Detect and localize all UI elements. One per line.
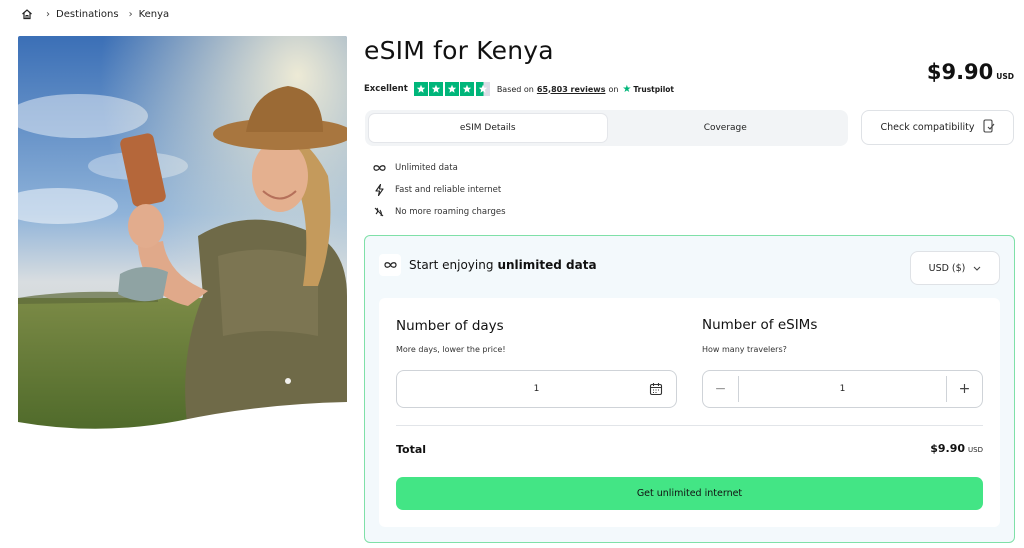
get-unlimited-internet-button[interactable]: Get unlimited internet xyxy=(396,477,983,510)
esims-label: Number of eSIMs xyxy=(702,317,818,333)
infinity-icon xyxy=(372,161,386,175)
breadcrumb: › Destinations › Kenya xyxy=(20,6,169,22)
plan-card: Start enjoying unlimited data USD ($) Nu… xyxy=(364,235,1015,543)
plan-heading-bold: unlimited data xyxy=(497,258,597,272)
plan-heading: Start enjoying unlimited data xyxy=(379,254,597,276)
calendar-icon[interactable] xyxy=(649,382,663,399)
esims-value[interactable]: 1 xyxy=(739,384,946,394)
half-star-icon xyxy=(475,82,490,96)
plan-heading-prefix: Start enjoying xyxy=(409,258,494,272)
no-roaming-icon xyxy=(372,205,386,219)
star-icon xyxy=(413,82,428,96)
divider xyxy=(396,425,983,426)
home-icon[interactable] xyxy=(20,7,34,21)
total-amount: $9.90 xyxy=(930,442,966,455)
trustpilot-star-icon: ★ xyxy=(622,83,632,95)
chevron-right-icon: › xyxy=(128,8,133,20)
page-title: eSIM for Kenya xyxy=(364,36,554,65)
currency-value: USD ($) xyxy=(928,262,966,274)
price-amount: $9.90 xyxy=(926,60,994,84)
rating-based-on: Based on xyxy=(496,84,534,94)
currency-select[interactable]: USD ($) xyxy=(910,251,1000,285)
check-compatibility-button[interactable]: Check compatibility xyxy=(861,110,1014,145)
hero-image xyxy=(18,36,347,432)
price: $9.90 USD xyxy=(927,60,1014,84)
price-currency: USD xyxy=(996,72,1014,81)
decrement-button[interactable]: − xyxy=(703,376,739,402)
increment-button[interactable]: + xyxy=(946,376,982,402)
days-label: Number of days xyxy=(396,318,504,334)
lightning-icon xyxy=(372,183,386,197)
esims-stepper: − 1 + xyxy=(702,370,983,408)
feature-item: No more roaming charges xyxy=(372,201,506,223)
feature-item: Unlimited data xyxy=(372,157,506,179)
check-compatibility-label: Check compatibility xyxy=(880,122,975,133)
feature-label: No more roaming charges xyxy=(395,207,506,217)
total-currency: USD xyxy=(968,446,983,454)
rating-stars xyxy=(413,82,490,96)
rating-on: on xyxy=(608,84,619,94)
feature-list: Unlimited data Fast and reliable interne… xyxy=(372,157,506,223)
feature-item: Fast and reliable internet xyxy=(372,179,506,201)
star-icon xyxy=(460,82,475,96)
reviews-link[interactable]: 65,803 reviews xyxy=(537,85,606,94)
trustpilot-logo[interactable]: ★ Trustpilot xyxy=(622,84,674,95)
chevron-right-icon: › xyxy=(46,8,50,20)
breadcrumb-current: Kenya xyxy=(138,8,170,20)
infinity-icon xyxy=(379,254,401,276)
total-label: Total xyxy=(396,443,427,456)
trustpilot-rating: Excellent Based on 65,803 reviews on ★ T… xyxy=(364,81,674,97)
breadcrumb-destinations[interactable]: Destinations xyxy=(56,9,119,20)
chevron-down-icon xyxy=(973,263,981,274)
phone-check-icon xyxy=(982,119,995,136)
star-icon xyxy=(444,82,459,96)
rating-label: Excellent xyxy=(364,84,408,94)
plan-form: Number of days More days, lower the pric… xyxy=(379,298,1000,527)
star-icon xyxy=(429,82,444,96)
tab-coverage[interactable]: Coverage xyxy=(607,114,845,142)
feature-label: Fast and reliable internet xyxy=(395,185,502,195)
product-tabs: eSIM Details Coverage xyxy=(365,110,848,146)
esims-sub: How many travelers? xyxy=(702,345,787,354)
total-price: $9.90 USD xyxy=(930,442,983,455)
days-input[interactable]: 1 xyxy=(396,370,677,408)
feature-label: Unlimited data xyxy=(395,163,458,173)
tab-esim-details[interactable]: eSIM Details xyxy=(369,114,607,142)
days-sub: More days, lower the price! xyxy=(396,345,506,354)
trustpilot-name: Trustpilot xyxy=(633,84,675,94)
days-value: 1 xyxy=(533,384,540,394)
